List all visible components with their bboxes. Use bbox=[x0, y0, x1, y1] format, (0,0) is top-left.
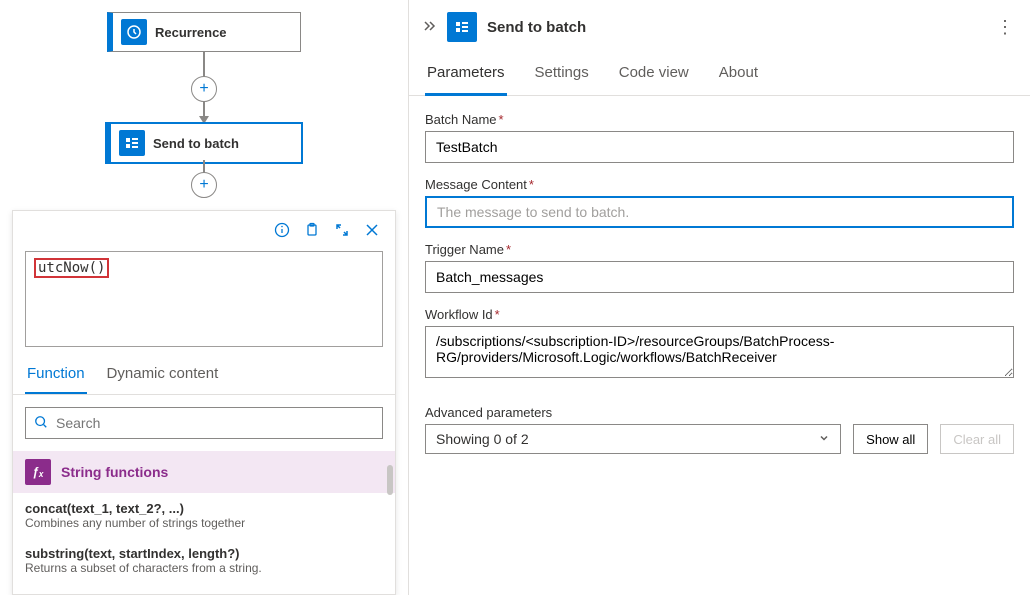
add-step-button[interactable]: + bbox=[191, 172, 217, 198]
search-text[interactable] bbox=[56, 415, 374, 431]
workflow-node-send-to-batch[interactable]: Send to batch bbox=[105, 122, 303, 164]
clear-all-button[interactable]: Clear all bbox=[940, 424, 1014, 454]
tab-function[interactable]: Function bbox=[25, 357, 87, 394]
batch-icon bbox=[447, 12, 477, 42]
dropdown-selected: Showing 0 of 2 bbox=[436, 431, 529, 447]
batch-name-input[interactable] bbox=[425, 131, 1014, 163]
tab-about[interactable]: About bbox=[717, 54, 760, 95]
function-item-substring[interactable]: substring(text, startIndex, length?) Ret… bbox=[13, 538, 395, 583]
function-category-header[interactable]: ƒₓ String functions bbox=[13, 451, 395, 493]
node-label: Recurrence bbox=[155, 25, 227, 40]
fx-icon: ƒₓ bbox=[25, 459, 51, 485]
close-icon[interactable] bbox=[363, 221, 381, 239]
node-label: Send to batch bbox=[153, 136, 239, 151]
tab-code-view[interactable]: Code view bbox=[617, 54, 691, 95]
workflow-id-input[interactable] bbox=[425, 326, 1014, 378]
function-name: substring(text, startIndex, length?) bbox=[25, 546, 383, 561]
scrollbar[interactable] bbox=[387, 465, 393, 495]
clipboard-icon[interactable] bbox=[303, 221, 321, 239]
function-description: Returns a subset of characters from a st… bbox=[25, 561, 383, 575]
trigger-name-label: Trigger Name* bbox=[425, 242, 1014, 257]
expression-text: utcNow() bbox=[34, 258, 109, 278]
tab-settings[interactable]: Settings bbox=[533, 54, 591, 95]
message-content-input[interactable] bbox=[425, 196, 1014, 228]
expression-textarea[interactable]: utcNow() bbox=[25, 251, 383, 347]
insert-step-button[interactable]: + bbox=[191, 76, 217, 102]
chevron-down-icon bbox=[818, 431, 830, 447]
advanced-parameters-label: Advanced parameters bbox=[425, 405, 841, 420]
tab-parameters[interactable]: Parameters bbox=[425, 54, 507, 96]
expression-panel: utcNow() Function Dynamic content ƒₓ Str… bbox=[12, 210, 396, 595]
function-item-concat[interactable]: concat(text_1, text_2?, ...) Combines an… bbox=[13, 493, 395, 538]
category-label: String functions bbox=[61, 464, 168, 480]
workflow-node-recurrence[interactable]: Recurrence bbox=[107, 12, 301, 52]
workflow-id-label: Workflow Id* bbox=[425, 307, 1014, 322]
more-menu-icon[interactable]: ⋮ bbox=[996, 17, 1014, 38]
function-name: concat(text_1, text_2?, ...) bbox=[25, 501, 383, 516]
message-content-label: Message Content* bbox=[425, 177, 1014, 192]
expand-icon[interactable] bbox=[333, 221, 351, 239]
show-all-button[interactable]: Show all bbox=[853, 424, 928, 454]
function-description: Combines any number of strings together bbox=[25, 516, 383, 530]
collapse-panel-icon[interactable] bbox=[421, 17, 437, 38]
batch-icon bbox=[119, 130, 145, 156]
clock-icon bbox=[121, 19, 147, 45]
function-search-input[interactable] bbox=[25, 407, 383, 439]
search-icon bbox=[34, 415, 48, 432]
batch-name-label: Batch Name* bbox=[425, 112, 1014, 127]
info-icon[interactable] bbox=[273, 221, 291, 239]
advanced-parameters-dropdown[interactable]: Showing 0 of 2 bbox=[425, 424, 841, 454]
trigger-name-input[interactable] bbox=[425, 261, 1014, 293]
panel-title: Send to batch bbox=[487, 19, 586, 36]
tab-dynamic-content[interactable]: Dynamic content bbox=[105, 357, 221, 394]
